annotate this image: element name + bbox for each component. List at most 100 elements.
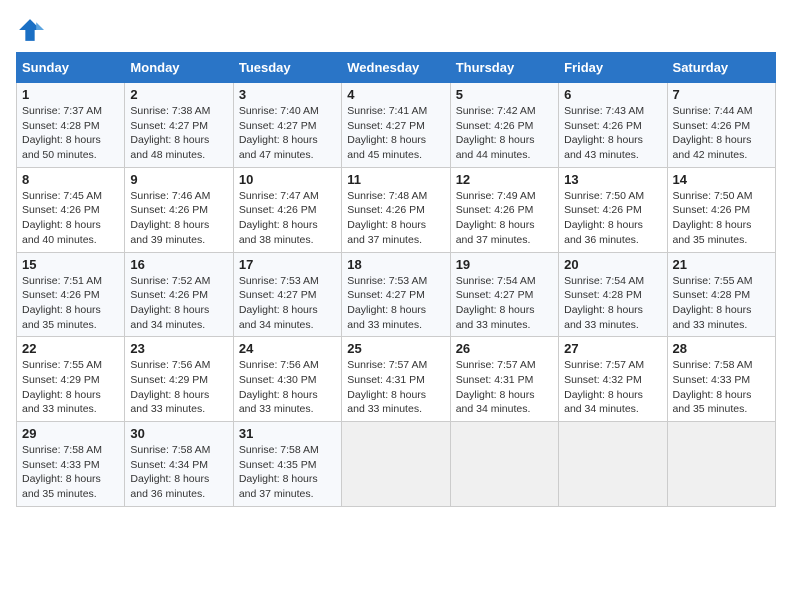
- calendar-cell: 7 Sunrise: 7:44 AMSunset: 4:26 PMDaylight…: [667, 83, 775, 168]
- day-info: Sunrise: 7:40 AMSunset: 4:27 PMDaylight:…: [239, 104, 336, 163]
- day-info: Sunrise: 7:53 AMSunset: 4:27 PMDaylight:…: [239, 274, 336, 333]
- day-number: 16: [130, 257, 227, 272]
- day-info: Sunrise: 7:55 AMSunset: 4:28 PMDaylight:…: [673, 274, 770, 333]
- weekday-header: Tuesday: [233, 53, 341, 83]
- calendar-header-row: SundayMondayTuesdayWednesdayThursdayFrid…: [17, 53, 776, 83]
- calendar-week-row: 1 Sunrise: 7:37 AMSunset: 4:28 PMDaylight…: [17, 83, 776, 168]
- day-number: 25: [347, 341, 444, 356]
- day-info: Sunrise: 7:57 AMSunset: 4:32 PMDaylight:…: [564, 358, 661, 417]
- day-info: Sunrise: 7:41 AMSunset: 4:27 PMDaylight:…: [347, 104, 444, 163]
- day-number: 2: [130, 87, 227, 102]
- day-number: 29: [22, 426, 119, 441]
- weekday-header: Thursday: [450, 53, 558, 83]
- day-info: Sunrise: 7:49 AMSunset: 4:26 PMDaylight:…: [456, 189, 553, 248]
- day-info: Sunrise: 7:50 AMSunset: 4:26 PMDaylight:…: [564, 189, 661, 248]
- day-number: 19: [456, 257, 553, 272]
- day-info: Sunrise: 7:48 AMSunset: 4:26 PMDaylight:…: [347, 189, 444, 248]
- calendar-week-row: 22 Sunrise: 7:55 AMSunset: 4:29 PMDayligh…: [17, 337, 776, 422]
- calendar-cell: 21 Sunrise: 7:55 AMSunset: 4:28 PMDayligh…: [667, 252, 775, 337]
- day-info: Sunrise: 7:57 AMSunset: 4:31 PMDaylight:…: [456, 358, 553, 417]
- calendar-cell: 9 Sunrise: 7:46 AMSunset: 4:26 PMDaylight…: [125, 167, 233, 252]
- day-number: 14: [673, 172, 770, 187]
- calendar-cell: 31Sunrise: 7:58 AMSunset: 4:35 PMDayligh…: [233, 422, 341, 507]
- day-number: 26: [456, 341, 553, 356]
- day-number: 30: [130, 426, 227, 441]
- day-info: Sunrise: 7:56 AMSunset: 4:30 PMDaylight:…: [239, 358, 336, 417]
- calendar-cell: 16 Sunrise: 7:52 AMSunset: 4:26 PMDayligh…: [125, 252, 233, 337]
- day-number: 11: [347, 172, 444, 187]
- day-info: Sunrise: 7:52 AMSunset: 4:26 PMDaylight:…: [130, 274, 227, 333]
- calendar-cell: 11 Sunrise: 7:48 AMSunset: 4:26 PMDayligh…: [342, 167, 450, 252]
- calendar-cell: 29Sunrise: 7:58 AMSunset: 4:33 PMDayligh…: [17, 422, 125, 507]
- calendar-cell: [559, 422, 667, 507]
- day-info: Sunrise: 7:44 AMSunset: 4:26 PMDaylight:…: [673, 104, 770, 163]
- calendar-week-row: 15 Sunrise: 7:51 AMSunset: 4:26 PMDayligh…: [17, 252, 776, 337]
- weekday-header: Friday: [559, 53, 667, 83]
- weekday-header: Sunday: [17, 53, 125, 83]
- weekday-header: Saturday: [667, 53, 775, 83]
- day-number: 24: [239, 341, 336, 356]
- day-number: 27: [564, 341, 661, 356]
- calendar-cell: 14 Sunrise: 7:50 AMSunset: 4:26 PMDayligh…: [667, 167, 775, 252]
- calendar-cell: 4 Sunrise: 7:41 AMSunset: 4:27 PMDaylight…: [342, 83, 450, 168]
- day-number: 23: [130, 341, 227, 356]
- day-number: 3: [239, 87, 336, 102]
- day-info: Sunrise: 7:56 AMSunset: 4:29 PMDaylight:…: [130, 358, 227, 417]
- day-number: 4: [347, 87, 444, 102]
- day-info: Sunrise: 7:37 AMSunset: 4:28 PMDaylight:…: [22, 104, 119, 163]
- calendar-cell: 15 Sunrise: 7:51 AMSunset: 4:26 PMDayligh…: [17, 252, 125, 337]
- day-number: 5: [456, 87, 553, 102]
- calendar-cell: 18 Sunrise: 7:53 AMSunset: 4:27 PMDayligh…: [342, 252, 450, 337]
- day-info: Sunrise: 7:43 AMSunset: 4:26 PMDaylight:…: [564, 104, 661, 163]
- day-number: 13: [564, 172, 661, 187]
- day-number: 7: [673, 87, 770, 102]
- day-number: 9: [130, 172, 227, 187]
- day-number: 22: [22, 341, 119, 356]
- day-number: 15: [22, 257, 119, 272]
- day-info: Sunrise: 7:45 AMSunset: 4:26 PMDaylight:…: [22, 189, 119, 248]
- day-info: Sunrise: 7:50 AMSunset: 4:26 PMDaylight:…: [673, 189, 770, 248]
- day-info: Sunrise: 7:58 AMSunset: 4:34 PMDaylight:…: [130, 443, 227, 502]
- calendar-cell: 28 Sunrise: 7:58 AMSunset: 4:33 PMDayligh…: [667, 337, 775, 422]
- day-number: 21: [673, 257, 770, 272]
- calendar-cell: 2 Sunrise: 7:38 AMSunset: 4:27 PMDaylight…: [125, 83, 233, 168]
- calendar-cell: 17 Sunrise: 7:53 AMSunset: 4:27 PMDayligh…: [233, 252, 341, 337]
- calendar-cell: 24 Sunrise: 7:56 AMSunset: 4:30 PMDayligh…: [233, 337, 341, 422]
- header: [16, 16, 776, 44]
- calendar-cell: 22 Sunrise: 7:55 AMSunset: 4:29 PMDayligh…: [17, 337, 125, 422]
- calendar-cell: 5Sunrise: 7:42 AMSunset: 4:26 PMDaylight…: [450, 83, 558, 168]
- day-info: Sunrise: 7:58 AMSunset: 4:33 PMDaylight:…: [673, 358, 770, 417]
- calendar-cell: 19 Sunrise: 7:54 AMSunset: 4:27 PMDayligh…: [450, 252, 558, 337]
- day-info: Sunrise: 7:54 AMSunset: 4:27 PMDaylight:…: [456, 274, 553, 333]
- calendar-cell: 26 Sunrise: 7:57 AMSunset: 4:31 PMDayligh…: [450, 337, 558, 422]
- calendar-week-row: 8Sunrise: 7:45 AMSunset: 4:26 PMDaylight…: [17, 167, 776, 252]
- weekday-header: Wednesday: [342, 53, 450, 83]
- day-info: Sunrise: 7:46 AMSunset: 4:26 PMDaylight:…: [130, 189, 227, 248]
- day-info: Sunrise: 7:47 AMSunset: 4:26 PMDaylight:…: [239, 189, 336, 248]
- day-number: 31: [239, 426, 336, 441]
- calendar-cell: 20Sunrise: 7:54 AMSunset: 4:28 PMDayligh…: [559, 252, 667, 337]
- calendar-cell: 1 Sunrise: 7:37 AMSunset: 4:28 PMDaylight…: [17, 83, 125, 168]
- logo-icon: [16, 16, 44, 44]
- calendar-week-row: 29Sunrise: 7:58 AMSunset: 4:33 PMDayligh…: [17, 422, 776, 507]
- calendar-cell: 23 Sunrise: 7:56 AMSunset: 4:29 PMDayligh…: [125, 337, 233, 422]
- calendar-cell: [342, 422, 450, 507]
- day-info: Sunrise: 7:38 AMSunset: 4:27 PMDaylight:…: [130, 104, 227, 163]
- day-number: 20: [564, 257, 661, 272]
- weekday-header: Monday: [125, 53, 233, 83]
- calendar-cell: 8Sunrise: 7:45 AMSunset: 4:26 PMDaylight…: [17, 167, 125, 252]
- day-number: 12: [456, 172, 553, 187]
- calendar-cell: [667, 422, 775, 507]
- day-number: 17: [239, 257, 336, 272]
- calendar-cell: [450, 422, 558, 507]
- calendar: SundayMondayTuesdayWednesdayThursdayFrid…: [16, 52, 776, 507]
- day-info: Sunrise: 7:51 AMSunset: 4:26 PMDaylight:…: [22, 274, 119, 333]
- calendar-cell: 13 Sunrise: 7:50 AMSunset: 4:26 PMDayligh…: [559, 167, 667, 252]
- day-number: 28: [673, 341, 770, 356]
- day-number: 1: [22, 87, 119, 102]
- calendar-cell: 12 Sunrise: 7:49 AMSunset: 4:26 PMDayligh…: [450, 167, 558, 252]
- day-info: Sunrise: 7:55 AMSunset: 4:29 PMDaylight:…: [22, 358, 119, 417]
- day-number: 18: [347, 257, 444, 272]
- day-info: Sunrise: 7:53 AMSunset: 4:27 PMDaylight:…: [347, 274, 444, 333]
- calendar-cell: 30 Sunrise: 7:58 AMSunset: 4:34 PMDayligh…: [125, 422, 233, 507]
